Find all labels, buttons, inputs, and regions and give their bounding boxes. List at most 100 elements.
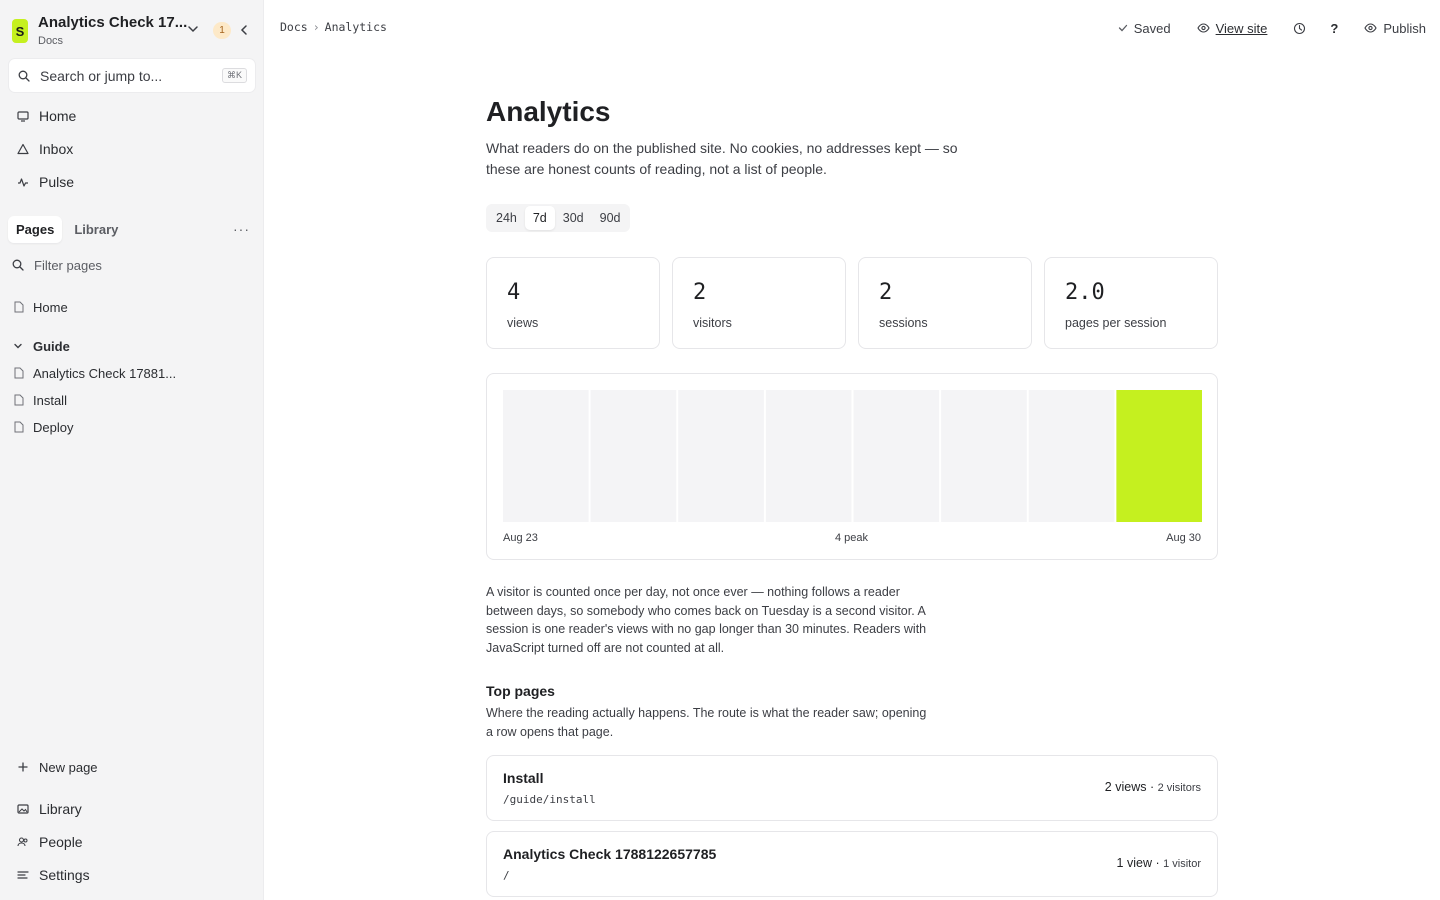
history-icon[interactable]	[1293, 22, 1306, 35]
nav-item-label: Home	[39, 108, 77, 124]
chevron-down-icon	[14, 343, 22, 349]
sidebar-item-label: Settings	[39, 867, 90, 883]
stat-card-pages-per-session: 2.0 pages per session	[1044, 257, 1218, 349]
tree-item-home[interactable]: Home	[14, 295, 254, 319]
page-icon	[14, 367, 24, 379]
chart-bar-slot	[503, 390, 589, 522]
range-24h[interactable]: 24h	[488, 206, 525, 230]
nav-item-pulse[interactable]: Pulse	[8, 167, 256, 197]
tree-item-analytics-check[interactable]: Analytics Check 17881...	[14, 361, 254, 385]
stat-label: visitors	[693, 316, 732, 330]
sidebar-tabs: Pages Library ···	[8, 214, 256, 244]
nav-item-label: Pulse	[39, 174, 75, 190]
chart-bar-slot	[941, 390, 1027, 522]
stat-value: 4	[507, 280, 521, 305]
search-shortcut: ⌘K	[221, 68, 247, 83]
stat-card-visitors: 2 visitors	[672, 257, 846, 349]
search-input[interactable]: Search or jump to... ⌘K	[8, 58, 256, 93]
stat-label: sessions	[879, 316, 928, 330]
sidebar-item-library[interactable]: Library	[8, 794, 256, 824]
sidebar-item-people[interactable]: People	[8, 827, 256, 857]
chevron-down-icon[interactable]	[186, 22, 200, 36]
search-icon	[12, 259, 24, 271]
eye-icon	[1364, 23, 1377, 33]
monitor-icon	[17, 111, 29, 122]
row-visitors: 2 visitors	[1157, 782, 1201, 794]
nav-item-inbox[interactable]: Inbox	[8, 134, 256, 164]
stat-card-views: 4 views	[486, 257, 660, 349]
counting-explanation: A visitor is counted once per day, not o…	[486, 585, 927, 655]
publish-label: Publish	[1383, 20, 1426, 36]
view-site-label: View site	[1215, 20, 1268, 36]
top-page-row[interactable]: Install /guide/install 2 views · 2 visit…	[486, 755, 1218, 821]
breadcrumb: Docs › Analytics	[280, 20, 387, 34]
row-views: 2 views	[1104, 780, 1147, 794]
row-stats: 1 view · 1 visitor	[1116, 856, 1201, 870]
tree-group-guide[interactable]: Guide	[12, 334, 252, 358]
settings-icon	[17, 871, 29, 879]
nav-item-home[interactable]: Home	[8, 101, 256, 131]
filter-pages-input[interactable]: Filter pages	[8, 252, 256, 278]
views-chart-card: Aug 23 4 peak Aug 30	[486, 373, 1218, 560]
time-range-selector: 24h 7d 30d 90d	[486, 204, 631, 232]
tab-pages[interactable]: Pages	[8, 215, 63, 243]
top-pages-description: Where the reading actually happens. The …	[486, 706, 927, 739]
workspace-logo: S	[12, 19, 28, 43]
page-title: Analytics	[486, 96, 611, 127]
tree-item-deploy[interactable]: Deploy	[14, 415, 254, 439]
warning-triangle-icon	[17, 143, 29, 155]
stat-value: 2	[879, 280, 893, 305]
range-90d[interactable]: 90d	[592, 206, 629, 230]
row-route: /guide/install	[503, 793, 596, 806]
workspace-switcher[interactable]: S Analytics Check 17... Docs 1	[12, 12, 256, 50]
more-options-icon[interactable]: ···	[233, 221, 250, 237]
tree-item-label: Install	[33, 392, 67, 408]
chart-start-label: Aug 23	[503, 532, 538, 544]
pulse-icon	[18, 178, 28, 187]
stat-card-sessions: 2 sessions	[858, 257, 1032, 349]
row-views: 1 view	[1116, 856, 1152, 870]
chart-bar-slot	[1028, 390, 1115, 522]
people-icon	[17, 837, 28, 847]
search-icon	[18, 70, 30, 82]
chart-bar-slot	[590, 390, 677, 522]
collapse-sidebar-icon[interactable]	[238, 23, 250, 37]
row-stats: 2 views · 2 visitors	[1104, 780, 1201, 794]
stat-value: 2.0	[1065, 280, 1105, 305]
page-icon	[14, 301, 24, 313]
sidebar-item-settings[interactable]: Settings	[8, 860, 256, 890]
tab-library[interactable]: Library	[66, 216, 126, 243]
chart-bar-slot	[765, 390, 852, 522]
analytics-page: Analytics What readers do on the publish…	[486, 0, 1218, 900]
chart-end-label: Aug 30	[1166, 532, 1201, 544]
stat-label: views	[507, 316, 539, 330]
chart-bar-slot	[853, 390, 940, 522]
publish-button[interactable]: Publish	[1364, 21, 1426, 36]
sidebar: S Analytics Check 17... Docs 1 Search or…	[0, 0, 264, 900]
stat-label: pages per session	[1065, 316, 1167, 330]
tree-item-install[interactable]: Install	[14, 388, 254, 412]
help-button[interactable]: ?	[1330, 21, 1338, 36]
notification-badge[interactable]: 1	[213, 22, 231, 39]
range-7d[interactable]: 7d	[524, 206, 555, 230]
row-title: Analytics Check 1788122657785	[503, 846, 717, 862]
search-placeholder: Search or jump to...	[40, 67, 163, 84]
new-page-button[interactable]: New page	[8, 752, 256, 782]
tree-item-label: Deploy	[33, 419, 74, 435]
nav-item-label: Inbox	[39, 141, 74, 157]
chart-bar-slot	[678, 390, 764, 522]
chart-bar-aug-30[interactable]	[1116, 390, 1202, 522]
plus-icon	[18, 762, 28, 772]
row-title: Install	[503, 770, 544, 786]
page-icon	[14, 394, 24, 406]
breadcrumb-current: Analytics	[324, 20, 387, 34]
top-pages-heading: Top pages	[486, 683, 555, 699]
breadcrumb-separator: ›	[312, 20, 320, 34]
page-icon	[14, 421, 24, 433]
range-30d[interactable]: 30d	[555, 206, 592, 230]
sidebar-item-label: People	[39, 834, 83, 850]
top-page-row[interactable]: Analytics Check 1788122657785 / 1 view ·…	[486, 831, 1218, 897]
breadcrumb-docs[interactable]: Docs	[280, 20, 308, 34]
stat-value: 2	[693, 280, 707, 305]
tree-item-label: Analytics Check 17881...	[33, 365, 177, 381]
